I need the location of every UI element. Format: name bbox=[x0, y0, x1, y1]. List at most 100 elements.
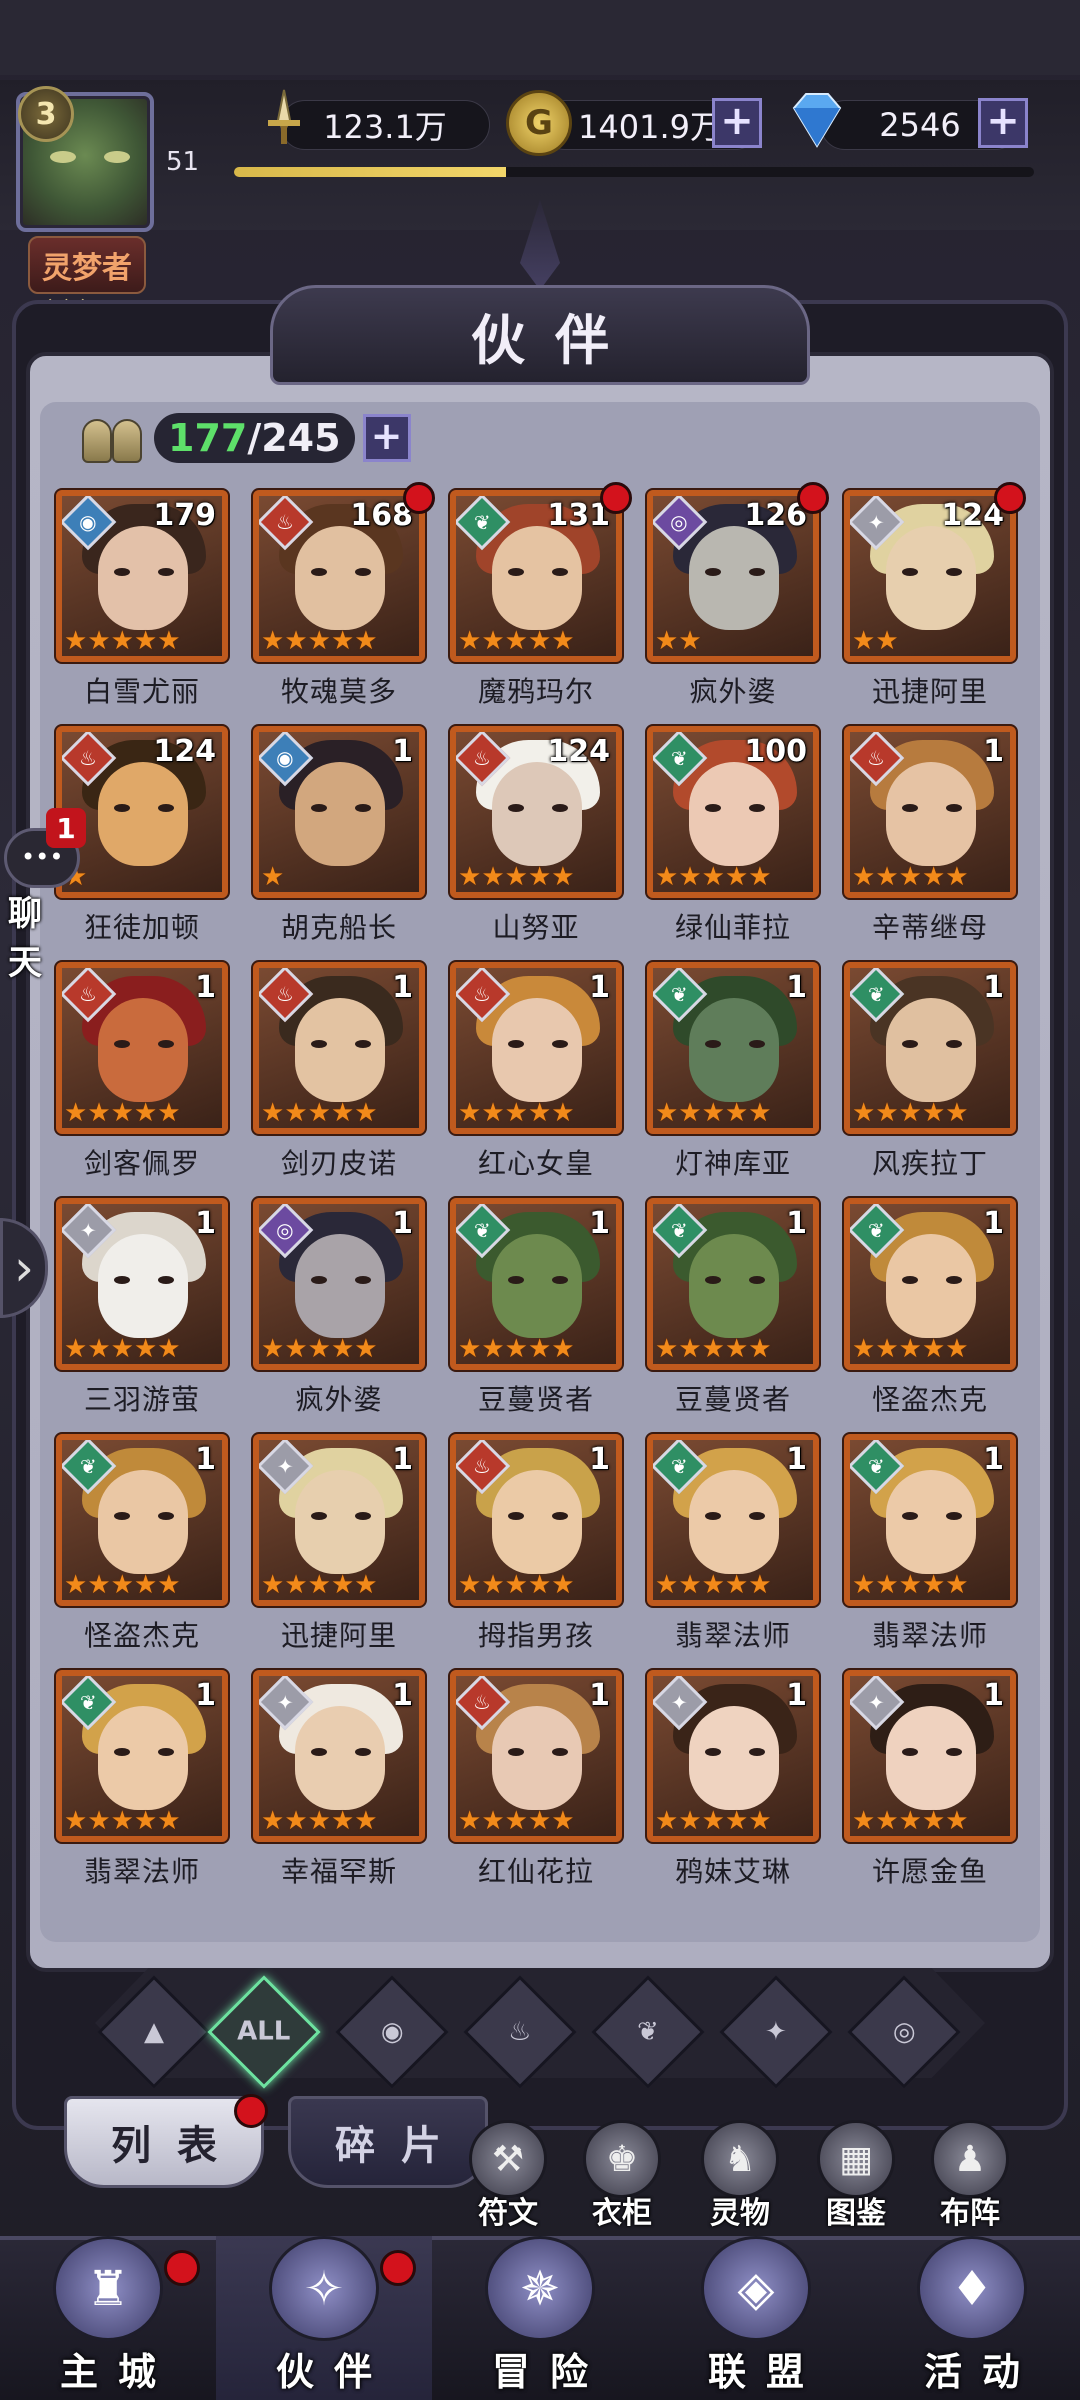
hero-level: 179 bbox=[153, 498, 216, 533]
hero-card[interactable]: ✦ 1 ★ ★ ★ ★ ★ 迅捷阿里 bbox=[253, 1434, 425, 1670]
add-diamond-button[interactable]: + bbox=[978, 98, 1028, 148]
hero-card[interactable]: ❦ 1 ★ ★ ★ ★ ★ 风疾拉丁 bbox=[844, 962, 1016, 1198]
nav-compass[interactable]: ✵ 冒险 bbox=[432, 2236, 648, 2400]
shortcut-formation-button[interactable]: ♟ 布阵 bbox=[922, 2120, 1018, 2232]
hero-card[interactable]: ♨ 1 ★ ★ ★ ★ ★ 辛蒂继母 bbox=[844, 726, 1016, 962]
hero-level: 1 bbox=[589, 970, 610, 1005]
hero-card[interactable]: ❦ 1 ★ ★ ★ ★ ★ 怪盗杰克 bbox=[56, 1434, 228, 1670]
hero-card[interactable]: ♨ 1 ★ ★ ★ ★ ★ 剑客佩罗 bbox=[56, 962, 228, 1198]
hero-eyes bbox=[705, 1276, 765, 1286]
star-icon: ★ bbox=[748, 1570, 772, 1600]
tab-fragments[interactable]: 碎片 bbox=[288, 2096, 488, 2188]
hero-card[interactable]: ❦ 1 ★ ★ ★ ★ ★ 翡翠法师 bbox=[844, 1434, 1016, 1670]
star-icon: ★ bbox=[64, 1806, 88, 1836]
expand-roster-button[interactable]: + bbox=[362, 414, 411, 462]
hero-card[interactable]: ✦ 1 ★ ★ ★ ★ ★ 鸦妹艾琳 bbox=[647, 1670, 819, 1906]
hero-name: 灯神库亚 bbox=[674, 1147, 791, 1180]
hero-level: 1 bbox=[983, 1442, 1004, 1477]
hero-notification-dot bbox=[994, 482, 1026, 514]
roster-owned: 177 bbox=[168, 416, 248, 460]
hero-eyes bbox=[311, 1748, 371, 1758]
hero-name: 辛蒂继母 bbox=[871, 911, 988, 944]
hero-card[interactable]: ❦ 1 ★ ★ ★ ★ ★ 豆蔓贤者 bbox=[450, 1198, 622, 1434]
nav-cards[interactable]: ♦ 活动 bbox=[864, 2236, 1080, 2400]
nav-shield[interactable]: ◈ 联盟 bbox=[648, 2236, 864, 2400]
hero-card[interactable]: ❦ 1 ★ ★ ★ ★ ★ 翡翠法师 bbox=[56, 1670, 228, 1906]
hero-star-rating: ★ ★ ★ ★ ★ bbox=[852, 1100, 969, 1126]
hero-portrait-frame: ❦ 131 ★ ★ ★ ★ ★ bbox=[450, 490, 622, 662]
game-screen: 3 51 灵梦者 ◆◆◆ 123.1万 1401.9万 G + 2546 + 伙… bbox=[0, 0, 1080, 2400]
hero-portrait-frame: ❦ 1 ★ ★ ★ ★ ★ bbox=[450, 1198, 622, 1370]
hero-card[interactable]: ❦ 1 ★ ★ ★ ★ ★ 豆蔓贤者 bbox=[647, 1198, 819, 1434]
hero-name: 许愿金鱼 bbox=[871, 1855, 988, 1888]
hero-card[interactable]: ❦ 1 ★ ★ ★ ★ ★ 怪盗杰克 bbox=[844, 1198, 1016, 1434]
hero-card[interactable]: ◎ 126 ★ ★ 疯外婆 bbox=[647, 482, 829, 726]
hero-name: 三羽游萤 bbox=[83, 1383, 200, 1416]
hero-card[interactable]: ❦ 100 ★ ★ ★ ★ ★ 绿仙菲拉 bbox=[647, 726, 819, 962]
hero-portrait-frame: ◉ 1 ★ bbox=[253, 726, 425, 898]
filter-light-icon-label: ✦ bbox=[765, 2016, 787, 2047]
hero-card[interactable]: ◉ 1 ★ 胡克船长 bbox=[253, 726, 425, 962]
star-icon: ★ bbox=[307, 1334, 331, 1364]
shortcut-spirit-item-button[interactable]: ♞ 灵物 bbox=[692, 2120, 788, 2232]
hero-card[interactable]: ♨ 1 ★ ★ ★ ★ ★ 拇指男孩 bbox=[450, 1434, 622, 1670]
hero-name: 翡翠法师 bbox=[674, 1619, 791, 1652]
companions-icon bbox=[82, 413, 146, 463]
hero-star-rating: ★ ★ ★ ★ ★ bbox=[261, 1336, 378, 1362]
hero-portrait-frame: ❦ 1 ★ ★ ★ ★ ★ bbox=[844, 1434, 1016, 1606]
hero-level: 1 bbox=[392, 970, 413, 1005]
hero-name: 红仙花拉 bbox=[477, 1855, 594, 1888]
hero-name: 鸦妹艾琳 bbox=[674, 1855, 791, 1888]
star-icon: ★ bbox=[504, 1570, 528, 1600]
star-icon: ★ bbox=[551, 1806, 575, 1836]
hero-face bbox=[98, 526, 188, 630]
hero-star-rating: ★ ★ ★ ★ ★ bbox=[458, 1336, 575, 1362]
shortcut-wardrobe-button[interactable]: ♚ 衣柜 bbox=[574, 2120, 670, 2232]
star-icon: ★ bbox=[678, 862, 702, 892]
filter-nature-icon-label: ❦ bbox=[637, 2016, 659, 2047]
hero-level: 1 bbox=[392, 734, 413, 769]
rank-badge[interactable]: 灵梦者 bbox=[28, 236, 146, 294]
hero-star-rating: ★ ★ ★ ★ ★ bbox=[852, 864, 969, 890]
add-gold-button[interactable]: + bbox=[712, 98, 762, 148]
hero-portrait-frame: ❦ 100 ★ ★ ★ ★ ★ bbox=[647, 726, 819, 898]
hero-star-rating: ★ bbox=[261, 864, 284, 890]
star-icon: ★ bbox=[481, 1098, 505, 1128]
hero-card[interactable]: ✦ 1 ★ ★ ★ ★ ★ 许愿金鱼 bbox=[844, 1670, 1016, 1906]
hero-card[interactable]: ♨ 1 ★ ★ ★ ★ ★ 红仙花拉 bbox=[450, 1670, 622, 1906]
hero-card[interactable]: ♨ 168 ★ ★ ★ ★ ★ 牧魂莫多 bbox=[253, 482, 435, 726]
star-icon: ★ bbox=[898, 862, 922, 892]
hero-card[interactable]: ❦ 131 ★ ★ ★ ★ ★ 魔鸦玛尔 bbox=[450, 482, 632, 726]
hero-card[interactable]: ✦ 1 ★ ★ ★ ★ ★ 幸福罕斯 bbox=[253, 1670, 425, 1906]
shortcut-rune-button[interactable]: ⚒ 符文 bbox=[460, 2120, 556, 2232]
hero-card[interactable]: ✦ 1 ★ ★ ★ ★ ★ 三羽游萤 bbox=[56, 1198, 228, 1434]
chat-button[interactable]: 1 聊天 bbox=[0, 808, 90, 983]
hero-star-rating: ★ ★ ★ ★ ★ bbox=[64, 1808, 181, 1834]
hero-card[interactable]: ◉ 179 ★ ★ ★ ★ ★ 白雪尤丽 bbox=[56, 490, 228, 726]
hero-eyes bbox=[508, 1276, 568, 1286]
hero-card[interactable]: ❦ 1 ★ ★ ★ ★ ★ 灯神库亚 bbox=[647, 962, 819, 1198]
star-icon: ★ bbox=[527, 862, 552, 892]
hero-eyes bbox=[705, 1748, 765, 1758]
hero-level: 1 bbox=[195, 970, 216, 1005]
hero-card[interactable]: ♨ 1 ★ ★ ★ ★ ★ 剑刃皮诺 bbox=[253, 962, 425, 1198]
hero-face bbox=[886, 526, 976, 630]
hero-card[interactable]: ♨ 1 ★ ★ ★ ★ ★ 红心女皇 bbox=[450, 962, 622, 1198]
nav-label: 主城 bbox=[59, 2350, 176, 2394]
star-icon: ★ bbox=[261, 1334, 285, 1364]
star-icon: ★ bbox=[875, 1098, 899, 1128]
star-icon: ★ bbox=[133, 626, 158, 656]
hero-card[interactable]: ♨ 124 ★ ★ ★ ★ ★ 山努亚 bbox=[450, 726, 622, 962]
hero-eyes bbox=[114, 568, 174, 578]
hero-star-rating: ★ ★ ★ ★ ★ bbox=[261, 1100, 378, 1126]
star-icon: ★ bbox=[945, 1334, 969, 1364]
hero-card[interactable]: ❦ 1 ★ ★ ★ ★ ★ 翡翠法师 bbox=[647, 1434, 819, 1670]
hero-eyes bbox=[902, 1040, 962, 1050]
shortcut-codex-button[interactable]: ▦ 图鉴 bbox=[808, 2120, 904, 2232]
hero-star-rating: ★ ★ ★ ★ ★ bbox=[852, 1808, 969, 1834]
hero-card[interactable]: ◎ 1 ★ ★ ★ ★ ★ 疯外婆 bbox=[253, 1198, 425, 1434]
hero-card[interactable]: ✦ 124 ★ ★ 迅捷阿里 bbox=[844, 482, 1026, 726]
roster-capacity: 245 bbox=[261, 416, 341, 460]
star-icon: ★ bbox=[261, 1570, 285, 1600]
hero-name: 拇指男孩 bbox=[477, 1619, 594, 1652]
